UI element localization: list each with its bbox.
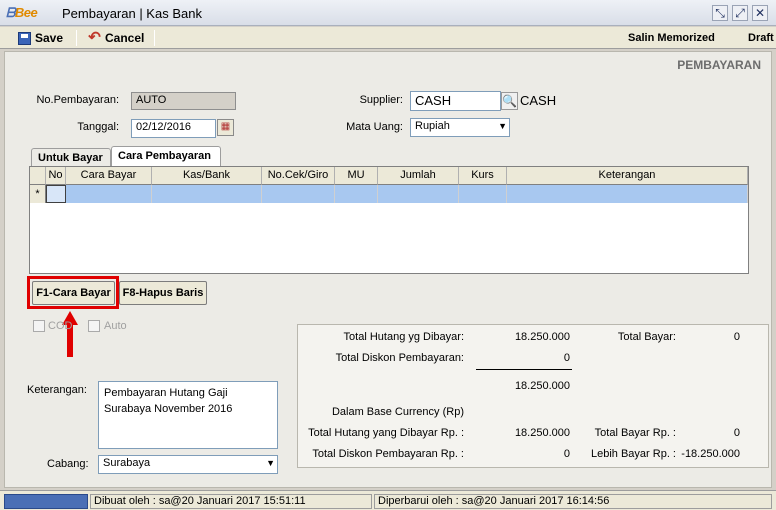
arrow-up-icon xyxy=(62,311,78,357)
page-title: PEMBAYARAN xyxy=(677,58,761,72)
created-by-status: Dibuat oleh : sa@20 Januari 2017 15:51:1… xyxy=(90,494,372,509)
lebih-bayar-value: -18.250.000 xyxy=(681,448,740,460)
toolbar: Save ↶ Cancel Salin Memorized Draft xyxy=(0,27,776,71)
save-icon xyxy=(18,31,31,45)
column-header: No.Cek/Giro xyxy=(262,167,335,185)
restore-icon[interactable]: ⤡ xyxy=(712,5,728,21)
total-diskon-label: Total Diskon Pembayaran: xyxy=(335,352,464,364)
subtotal-value: 18.250.000 xyxy=(514,380,570,392)
calendar-icon[interactable]: ▦ xyxy=(217,119,234,136)
total-hutang-label: Total Hutang yg Dibayar: xyxy=(343,331,464,343)
hutang-rp-value: 18.250.000 xyxy=(514,427,570,439)
updated-by-status: Diperbarui oleh : sa@20 Januari 2017 16:… xyxy=(374,494,772,509)
auto-checkbox[interactable] xyxy=(88,320,100,332)
row-marker: * xyxy=(30,185,46,203)
cod-label: COD xyxy=(48,320,73,332)
title-bar: ᗷBee Pembayaran | Kas Bank ⤡ ⤢ ✕ xyxy=(0,0,776,26)
status-bar: Dibuat oleh : sa@20 Januari 2017 15:51:1… xyxy=(0,490,776,510)
window-title: Pembayaran | Kas Bank xyxy=(62,6,202,21)
table-cell[interactable] xyxy=(152,185,262,203)
cabang-label: Cabang: xyxy=(47,458,89,470)
tab-cara-pembayaran[interactable]: Cara Pembayaran xyxy=(111,146,221,166)
f8-hapus-baris-button[interactable]: F8-Hapus Baris xyxy=(119,281,207,305)
table-cell[interactable] xyxy=(459,185,507,203)
supplier-input[interactable]: CASH xyxy=(410,91,501,111)
cabang-select[interactable]: Surabaya ▼ xyxy=(98,455,278,474)
save-label: Save xyxy=(35,31,64,45)
keterangan-label: Keterangan: xyxy=(27,384,87,396)
hutang-rp-label: Total Hutang yang Dibayar Rp. : xyxy=(308,427,464,439)
salin-memorized-button[interactable]: Salin Memorized xyxy=(628,29,715,47)
cancel-label: Cancel xyxy=(105,31,145,45)
lebih-bayar-label: Lebih Bayar Rp. : xyxy=(591,448,676,460)
toolbar-divider xyxy=(76,30,77,46)
save-button[interactable]: Save xyxy=(18,29,63,47)
undo-icon: ↶ xyxy=(88,28,101,46)
cancel-button[interactable]: ↶ Cancel xyxy=(88,29,144,47)
mata-uang-value: Rupiah xyxy=(415,120,450,132)
mata-uang-select[interactable]: Rupiah ▼ xyxy=(410,118,510,137)
bayar-rp-value: 0 xyxy=(733,427,740,439)
keterangan-line: Surabaya November 2016 xyxy=(104,403,233,415)
no-pembayaran-label: No.Pembayaran: xyxy=(36,94,119,106)
progress-indicator xyxy=(4,494,88,509)
total-hutang-value: 18.250.000 xyxy=(514,331,570,343)
column-header: Kas/Bank xyxy=(152,167,262,185)
table-cell[interactable] xyxy=(262,185,335,203)
draft-label: Draft xyxy=(748,32,774,44)
app-logo: ᗷBee xyxy=(6,5,38,20)
chevron-down-icon: ▼ xyxy=(498,121,507,131)
table-cell[interactable] xyxy=(378,185,459,203)
tanggal-label: Tanggal: xyxy=(77,121,119,133)
summary-panel: Total Hutang yg Dibayar: 18.250.000 Tota… xyxy=(297,324,769,468)
bayar-rp-label: Total Bayar Rp. : xyxy=(594,427,676,439)
row-header-corner xyxy=(30,167,46,185)
column-header: Kurs xyxy=(459,167,507,185)
table-cell[interactable] xyxy=(46,185,66,203)
cod-checkbox[interactable] xyxy=(33,320,45,332)
payment-form: PEMBAYARAN No.Pembayaran: AUTO Tanggal: … xyxy=(4,51,772,488)
toolbar-divider xyxy=(154,30,155,46)
total-bayar-value: 0 xyxy=(733,331,740,343)
diskon-rp-label: Total Diskon Pembayaran Rp. : xyxy=(312,448,464,460)
supplier-name: CASH xyxy=(520,93,557,108)
total-bayar-label: Total Bayar: xyxy=(617,331,676,343)
mata-uang-label: Mata Uang: xyxy=(346,121,403,133)
auto-label: Auto xyxy=(104,320,127,332)
subtotal-divider xyxy=(476,369,572,370)
cabang-value: Surabaya xyxy=(103,457,151,469)
supplier-label: Supplier: xyxy=(359,94,403,106)
keterangan-line: Pembayaran Hutang Gaji xyxy=(104,387,228,399)
keterangan-textarea[interactable]: Pembayaran Hutang Gaji Surabaya November… xyxy=(98,381,278,449)
tab-untuk-bayar[interactable]: Untuk Bayar xyxy=(31,148,111,166)
f1-cara-bayar-button[interactable]: F1-Cara Bayar xyxy=(32,281,115,305)
column-header: Keterangan xyxy=(507,167,748,185)
total-diskon-value: 0 xyxy=(563,352,570,364)
column-header: MU xyxy=(335,167,378,185)
no-pembayaran-field: AUTO xyxy=(131,92,236,110)
column-header: Jumlah xyxy=(378,167,459,185)
column-header: Cara Bayar xyxy=(66,167,152,185)
chevron-down-icon: ▼ xyxy=(266,458,275,468)
tanggal-input[interactable]: 02/12/2016 xyxy=(131,119,216,138)
diskon-rp-value: 0 xyxy=(563,448,570,460)
maximize-icon[interactable]: ⤢ xyxy=(732,5,748,21)
base-currency-label: Dalam Base Currency (Rp) xyxy=(331,406,464,418)
search-icon[interactable]: 🔍 xyxy=(501,92,518,110)
column-header: No xyxy=(46,167,66,185)
table-cell[interactable] xyxy=(507,185,748,203)
table-cell[interactable] xyxy=(66,185,152,203)
table-cell[interactable] xyxy=(335,185,378,203)
payment-grid[interactable]: No Cara Bayar Kas/Bank No.Cek/Giro MU Ju… xyxy=(29,166,749,274)
close-icon[interactable]: ✕ xyxy=(752,5,768,21)
